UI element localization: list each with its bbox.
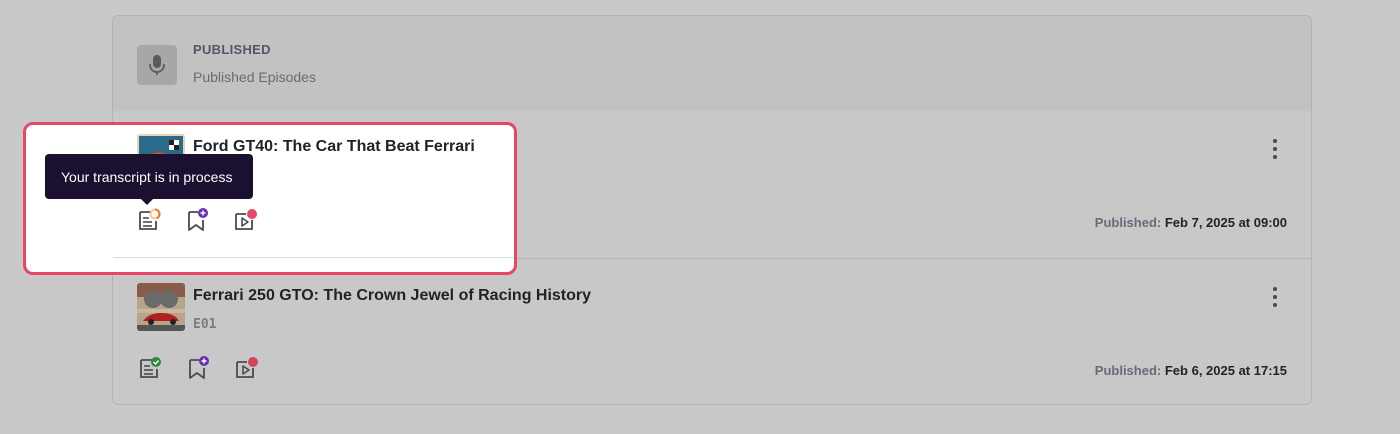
video-clip-icon[interactable] xyxy=(233,355,259,381)
transcript-in-process-icon[interactable] xyxy=(136,207,162,233)
microphone-icon xyxy=(137,45,177,85)
episode-row[interactable]: Ferrari 250 GTO: The Crown Jewel of Raci… xyxy=(113,258,1311,404)
published-date: Published: Feb 6, 2025 at 17:15 xyxy=(1094,363,1287,378)
more-options-icon[interactable] xyxy=(1265,285,1285,309)
episode-title[interactable]: Ferrari 250 GTO: The Crown Jewel of Raci… xyxy=(193,287,591,305)
transcript-done-icon[interactable] xyxy=(137,355,163,381)
bookmark-add-icon[interactable] xyxy=(184,207,210,233)
card-header: PUBLISHED Published Episodes xyxy=(113,16,1311,111)
video-clip-icon[interactable] xyxy=(232,207,258,233)
bookmark-add-icon[interactable] xyxy=(185,355,211,381)
episode-code: E01 xyxy=(193,317,217,332)
transcript-tooltip: Your transcript is in process xyxy=(45,154,253,199)
divider xyxy=(113,257,514,258)
section-subtitle: Published Episodes xyxy=(193,69,316,85)
more-options-icon[interactable] xyxy=(1265,137,1285,161)
section-title: PUBLISHED xyxy=(193,42,271,57)
episode-thumbnail xyxy=(137,283,185,331)
tooltip-arrow xyxy=(141,199,153,205)
published-date: Published: Feb 7, 2025 at 09:00 xyxy=(1094,215,1287,230)
